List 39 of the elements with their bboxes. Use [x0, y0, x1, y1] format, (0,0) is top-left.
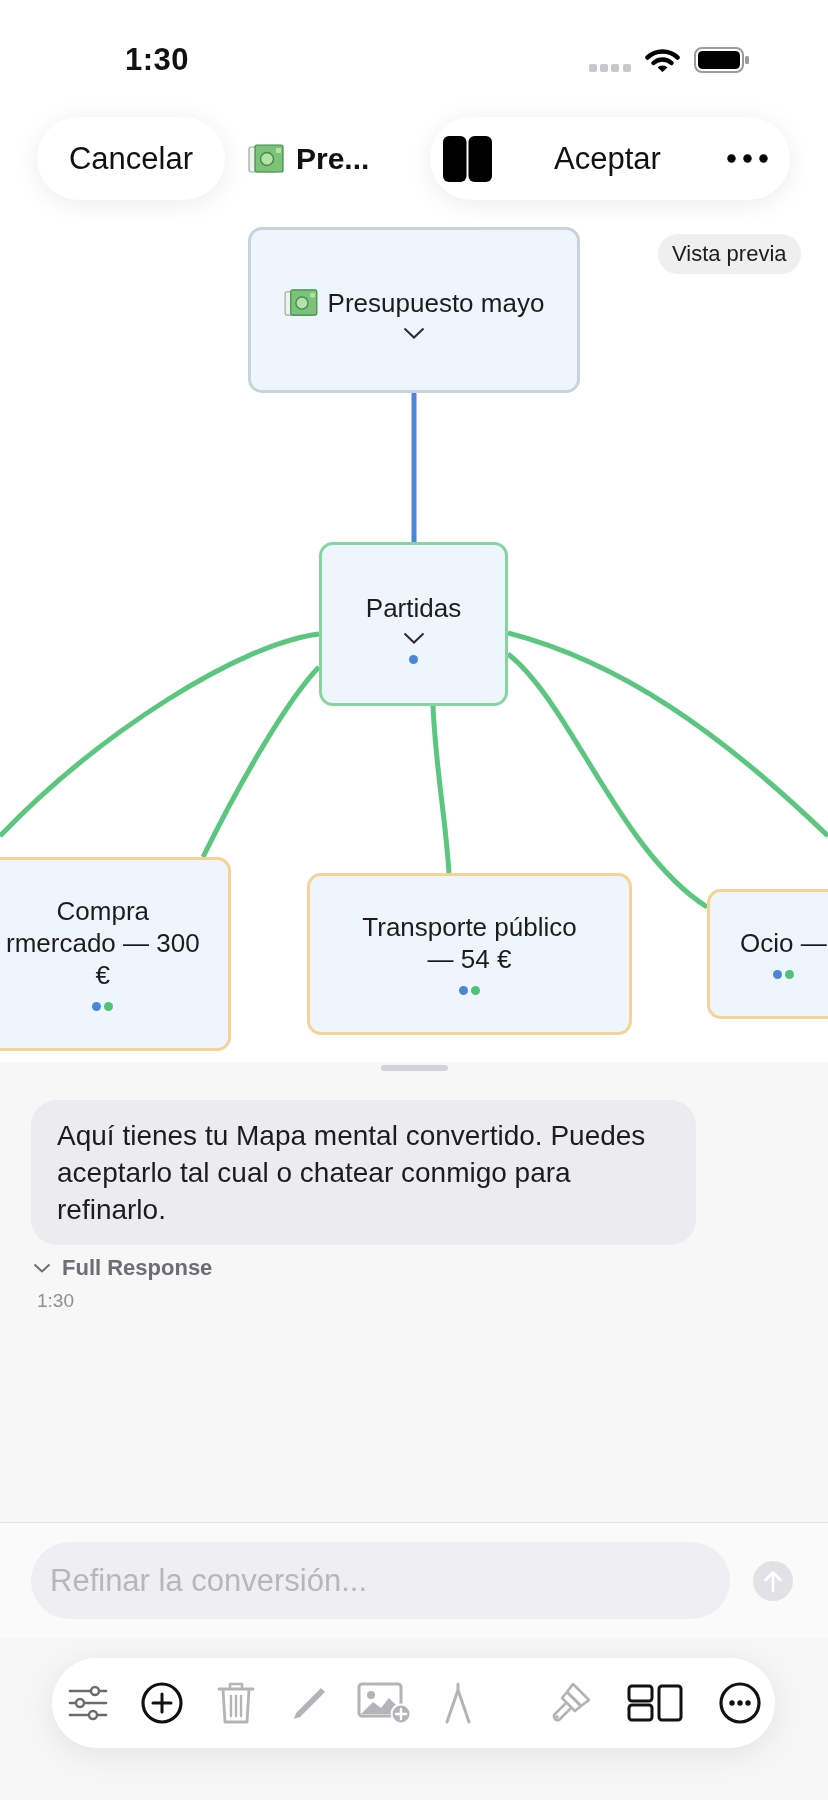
- document-title: Pre...: [296, 141, 370, 176]
- sliders-icon: [68, 1685, 108, 1721]
- node-label: Ocio —: [740, 927, 827, 959]
- wifi-icon: [645, 47, 680, 73]
- split-view-button[interactable]: [443, 135, 492, 182]
- cancel-button[interactable]: Cancelar: [37, 117, 225, 200]
- battery-icon: [694, 47, 750, 73]
- mind-map-node[interactable]: Ocio —: [707, 889, 828, 1019]
- node-label: Presupuesto mayo: [327, 287, 545, 319]
- accept-button[interactable]: Aceptar: [554, 140, 661, 177]
- split-view-icon: [443, 135, 492, 182]
- image-add-icon: [357, 1682, 411, 1724]
- sheet-handle[interactable]: [380, 1065, 448, 1071]
- status-time: 1:30: [125, 42, 190, 78]
- message-input[interactable]: Refinar la conversión...: [31, 1542, 730, 1619]
- chevron-down-icon[interactable]: [402, 632, 425, 644]
- mind-map-node[interactable]: Presupuesto mayo: [248, 227, 580, 393]
- pencil-icon: [292, 1685, 328, 1721]
- banknote-icon: [248, 143, 284, 174]
- assistant-message: Aquí tienes tu Mapa mental convertido. Puedes aceptarlo tal cual o chatear conmigo para refinarlo.: [31, 1100, 696, 1245]
- message-time: 1:30: [37, 1290, 74, 1312]
- more-icon: [719, 1682, 761, 1724]
- signal-icon: [589, 64, 631, 72]
- layout-icon: [627, 1684, 683, 1722]
- mind-map-node[interactable]: Partidas: [319, 542, 508, 706]
- plus-circle-icon: [141, 1682, 183, 1724]
- trash-icon: [217, 1681, 255, 1725]
- node-label: Compra rmercado — 300 €: [6, 895, 200, 991]
- chevron-down-icon[interactable]: [403, 327, 425, 339]
- preview-badge: Vista previa: [658, 234, 801, 274]
- arrow-up-icon: [763, 1569, 783, 1592]
- node-label: Partidas: [365, 592, 462, 624]
- compass-icon: [443, 1682, 473, 1724]
- node-label: Transporte público — 54 €: [362, 911, 577, 975]
- more-icon: [727, 154, 768, 163]
- banknote-icon: [283, 289, 318, 317]
- mind-map-node[interactable]: Compra rmercado — 300 €: [0, 857, 231, 1051]
- full-response-toggle[interactable]: Full Response: [33, 1255, 213, 1281]
- mind-map-node[interactable]: Transporte público — 54 €: [307, 873, 632, 1035]
